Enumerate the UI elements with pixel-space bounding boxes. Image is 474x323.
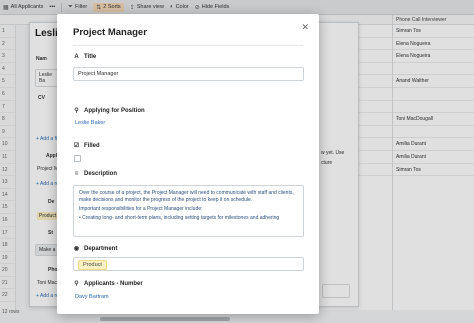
- title-field-label: A Title: [73, 54, 96, 60]
- description-paragraph-3: • Creating long- and short-term plans, i…: [79, 215, 280, 221]
- text-type-icon: A: [74, 54, 79, 60]
- applicants-linked-record[interactable]: Davy Bartram: [75, 294, 109, 300]
- select-type-icon: ◉: [73, 246, 80, 252]
- link-type-icon-2: ⚲: [74, 281, 79, 287]
- description-paragraph-2: Important responsibilities for a Project…: [79, 206, 203, 212]
- description-paragraph-1: Over the course of a project, the Projec…: [79, 190, 294, 203]
- modal-title: Project Manager: [73, 27, 147, 38]
- description-field-textarea[interactable]: Over the course of a project, the Projec…: [73, 185, 304, 237]
- title-field-input[interactable]: Project Manager: [73, 67, 304, 81]
- description-field-label-text: Description: [84, 171, 118, 177]
- long-text-type-icon: ≡: [74, 171, 79, 177]
- department-field-select[interactable]: Product: [73, 257, 304, 271]
- applying-linked-record[interactable]: Leslie Baker: [75, 120, 105, 126]
- applying-field-label: ⚲ Applying for Position: [73, 107, 145, 115]
- department-option-chip: Product: [78, 260, 107, 270]
- linked-record-modal: Project Manager ✕ A Title Project Manage…: [57, 14, 319, 314]
- department-field-label-text: Department: [84, 245, 118, 252]
- filled-field-label: ☑ Filled: [73, 142, 100, 150]
- close-icon[interactable]: ✕: [301, 22, 309, 33]
- applicants-field-label: ⚲ Applicants - Number: [73, 280, 143, 288]
- description-field-label: ≡ Description: [73, 171, 117, 177]
- filled-field-label-text: Filled: [84, 142, 100, 149]
- department-field-label: ◉ Department: [73, 245, 118, 253]
- title-field-label-text: Title: [84, 54, 97, 60]
- link-type-icon: ⚲: [74, 108, 79, 114]
- applicants-field-label-text: Applicants - Number: [84, 280, 143, 287]
- checkbox-type-icon: ☑: [73, 143, 80, 149]
- applying-field-label-text: Applying for Position: [84, 107, 145, 114]
- modal-divider: [73, 45, 303, 46]
- filled-checkbox[interactable]: [74, 155, 81, 162]
